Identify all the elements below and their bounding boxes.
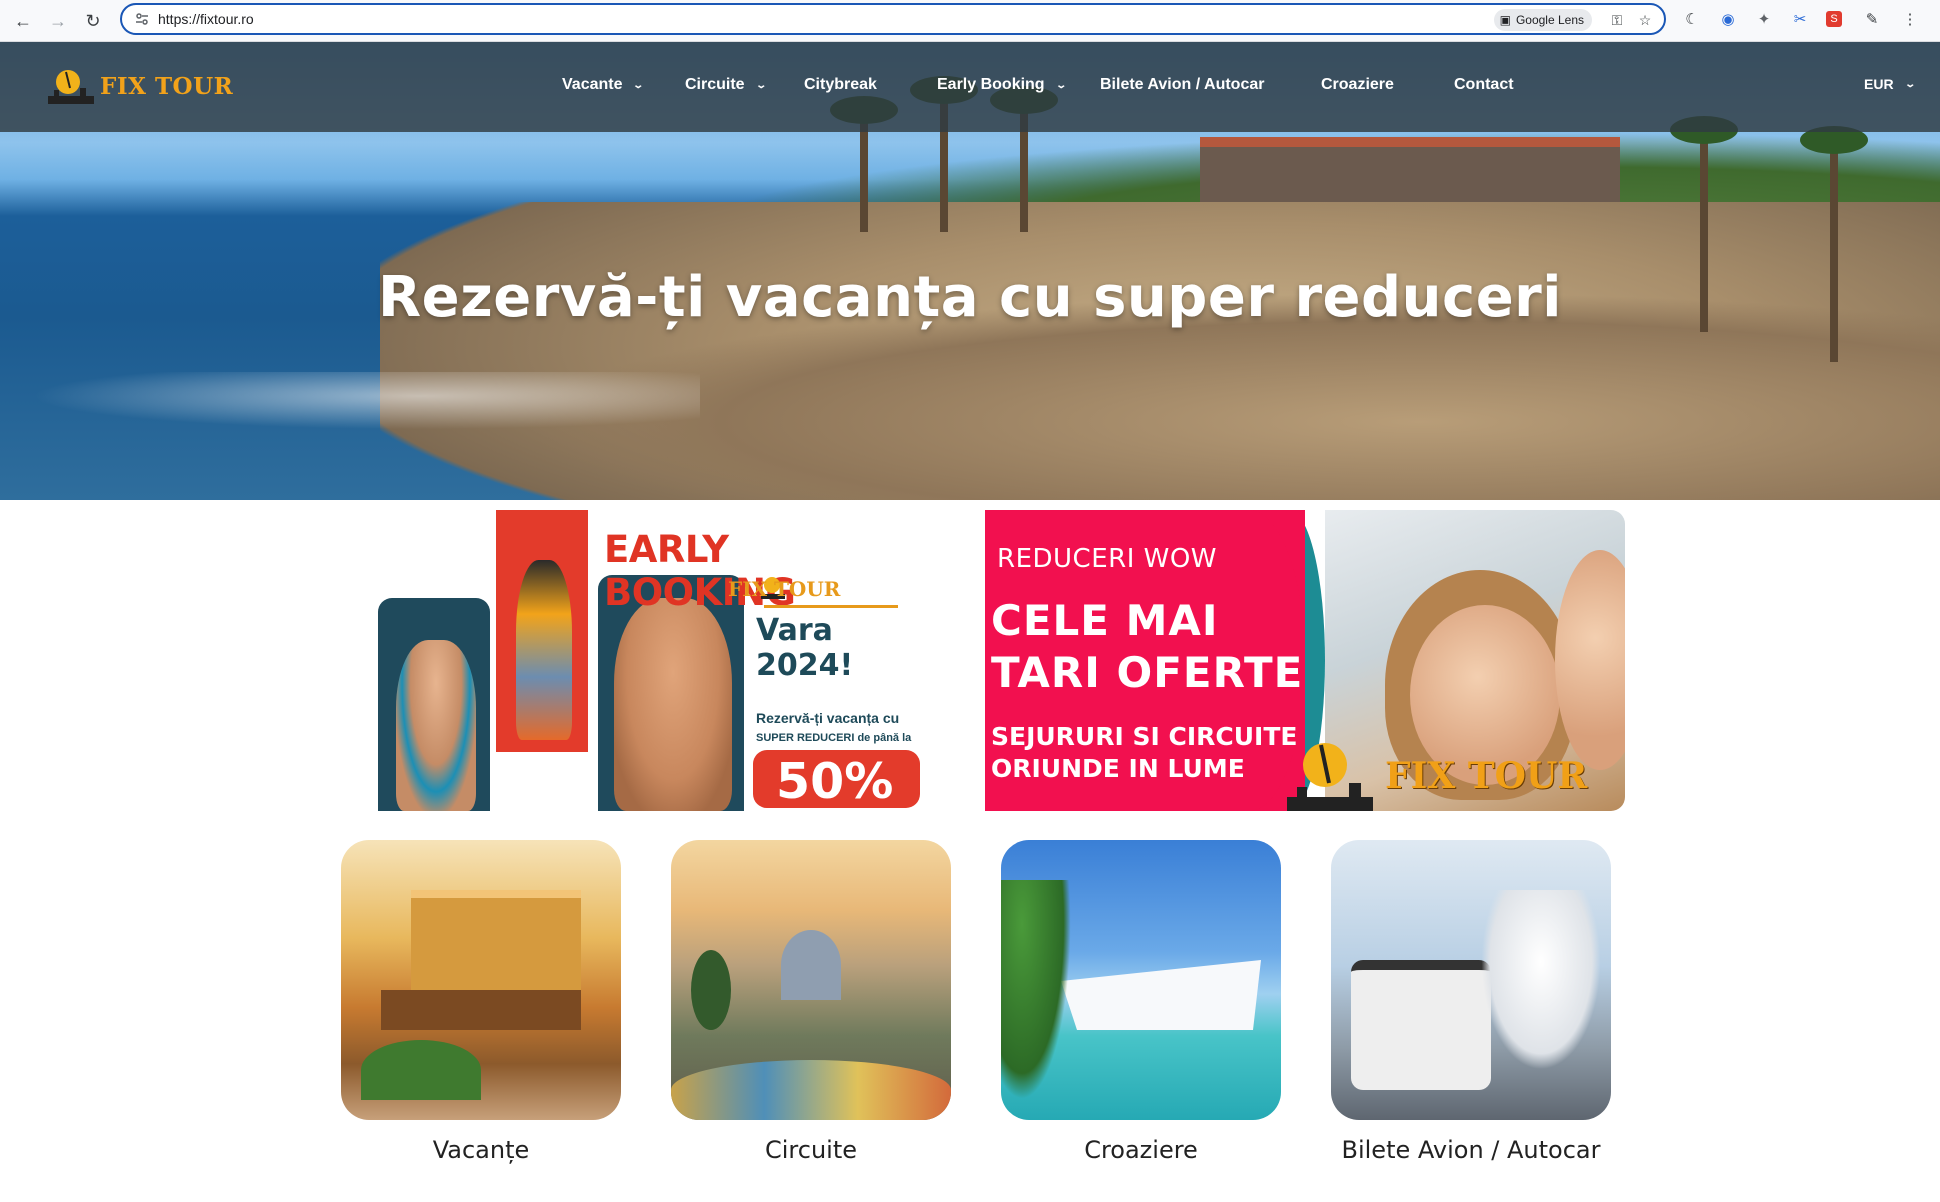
extension-pin-icon[interactable]: ✦ bbox=[1754, 9, 1774, 29]
category-card-vacante[interactable]: Vacanțe bbox=[341, 840, 621, 1164]
chevron-down-icon: ⌄ bbox=[754, 79, 767, 91]
banner-subtitle-2: SUPER REDUCERI de până la bbox=[756, 732, 912, 744]
banner-brand: FIX TOUR bbox=[1385, 755, 1588, 797]
discount-value: 50% bbox=[776, 753, 894, 810]
banner-tagline-line2: ORIUNDE IN LUME bbox=[991, 754, 1245, 783]
banner-tagline: SEJURURI SI CIRCUITE ORIUNDE IN LUME bbox=[991, 721, 1297, 785]
nav-label: Early Booking bbox=[937, 76, 1045, 93]
bookmark-star-icon[interactable]: ☆ bbox=[1636, 11, 1654, 29]
category-image bbox=[1001, 840, 1281, 1120]
password-key-icon[interactable]: ⚿ bbox=[1608, 11, 1626, 29]
category-label: Circuite bbox=[764, 1136, 857, 1164]
wow-offers-banner[interactable]: REDUCERI WOW CELE MAI TARI OFERTE SEJURU… bbox=[985, 510, 1625, 811]
banner-season: Vara 2024! bbox=[756, 613, 854, 683]
category-card-croaziere[interactable]: Croaziere bbox=[1001, 840, 1281, 1164]
banner-kicker: REDUCERI WOW bbox=[997, 544, 1218, 574]
logo-sun-icon bbox=[48, 70, 94, 104]
site-header: FIX TOUR Vacante ⌄ Circuite ⌄ Citybreak Ea… bbox=[0, 42, 1940, 132]
chevron-down-icon: ⌄ bbox=[1903, 78, 1916, 90]
category-image bbox=[1331, 840, 1611, 1120]
nav-vacante[interactable]: Vacante ⌄ bbox=[562, 76, 645, 94]
banner-subtitle: Rezervă-ți vacanța cu bbox=[756, 710, 900, 726]
logo-text: FIX TOUR bbox=[100, 72, 234, 100]
banner-divider bbox=[764, 605, 898, 608]
chevron-down-icon: ⌄ bbox=[632, 79, 645, 91]
extension-moon-icon[interactable]: ☾ bbox=[1682, 9, 1702, 29]
early-booking-banner[interactable]: EARLY BOOKING FIX TOUR Vara 2024! Rezerv… bbox=[378, 510, 920, 811]
back-icon[interactable]: ← bbox=[8, 6, 38, 36]
nav-label: Citybreak bbox=[804, 76, 877, 93]
extension-globe-icon[interactable]: ◉ bbox=[1718, 9, 1738, 29]
category-image bbox=[341, 840, 621, 1120]
nav-circuite[interactable]: Circuite ⌄ bbox=[685, 76, 767, 94]
category-card-bilete[interactable]: Bilete Avion / Autocar bbox=[1331, 840, 1611, 1164]
nav-contact[interactable]: Contact bbox=[1454, 76, 1514, 94]
banner-headline: CELE MAI TARI OFERTE bbox=[991, 595, 1303, 699]
extensions-puzzle-icon[interactable]: ✎ bbox=[1862, 9, 1882, 29]
site-logo[interactable]: FIX TOUR bbox=[46, 66, 233, 106]
nav-label: Croaziere bbox=[1321, 76, 1394, 93]
banner-woman-image bbox=[396, 640, 476, 811]
nav-early-booking[interactable]: Early Booking ⌄ bbox=[937, 76, 1067, 94]
banner-headline-line1: CELE MAI bbox=[991, 596, 1219, 645]
nav-citybreak[interactable]: Citybreak bbox=[804, 76, 877, 94]
category-label: Croaziere bbox=[1084, 1136, 1198, 1164]
lens-label: Google Lens bbox=[1515, 13, 1584, 27]
site-settings-icon[interactable] bbox=[134, 11, 150, 27]
hero-title: Rezervă-ți vacanța cu super reduceri bbox=[378, 265, 1562, 330]
google-lens-button[interactable]: ▣ Google Lens bbox=[1493, 9, 1592, 31]
nav-croaziere[interactable]: Croaziere bbox=[1321, 76, 1394, 94]
category-image bbox=[671, 840, 951, 1120]
browser-menu-icon[interactable]: ⋮ bbox=[1900, 9, 1920, 29]
address-bar[interactable]: https://fixtour.ro ▣ Google Lens ⚿ ☆ bbox=[120, 3, 1666, 35]
forward-icon[interactable]: → bbox=[43, 6, 73, 36]
chevron-down-icon: ⌄ bbox=[1054, 79, 1067, 91]
nav-label: Circuite bbox=[685, 76, 745, 93]
logo-sun-icon bbox=[1287, 743, 1373, 811]
extension-scissors-icon[interactable]: ✂ bbox=[1790, 9, 1810, 29]
url-text[interactable]: https://fixtour.ro bbox=[158, 11, 254, 27]
nav-bilete[interactable]: Bilete Avion / Autocar bbox=[1100, 76, 1264, 94]
category-label: Bilete Avion / Autocar bbox=[1341, 1136, 1601, 1164]
currency-selector[interactable]: EUR ⌄ bbox=[1864, 76, 1916, 92]
extension-red-icon[interactable]: S bbox=[1826, 11, 1842, 27]
reload-icon[interactable]: ↻ bbox=[78, 6, 108, 36]
banner-tagline-line1: SEJURURI SI CIRCUITE bbox=[991, 722, 1298, 751]
category-label: Vacanțe bbox=[432, 1136, 530, 1164]
nav-label: Contact bbox=[1454, 76, 1514, 93]
lens-icon: ▣ bbox=[1499, 13, 1511, 27]
banner-man-image bbox=[614, 598, 732, 811]
nav-label: Vacante bbox=[562, 76, 623, 93]
banner-headline-line2: TARI OFERTE bbox=[991, 648, 1304, 697]
browser-toolbar: ← → ↻ https://fixtour.ro ▣ Google Lens ⚿… bbox=[0, 0, 1940, 42]
category-card-circuite[interactable]: Circuite bbox=[671, 840, 951, 1164]
currency-label: EUR bbox=[1864, 76, 1894, 92]
banner-brand: FIX TOUR bbox=[728, 577, 841, 601]
banner-traveler-image bbox=[516, 560, 572, 740]
banner-title: EARLY BOOKING bbox=[604, 528, 796, 614]
nav-label: Bilete Avion / Autocar bbox=[1100, 76, 1265, 93]
